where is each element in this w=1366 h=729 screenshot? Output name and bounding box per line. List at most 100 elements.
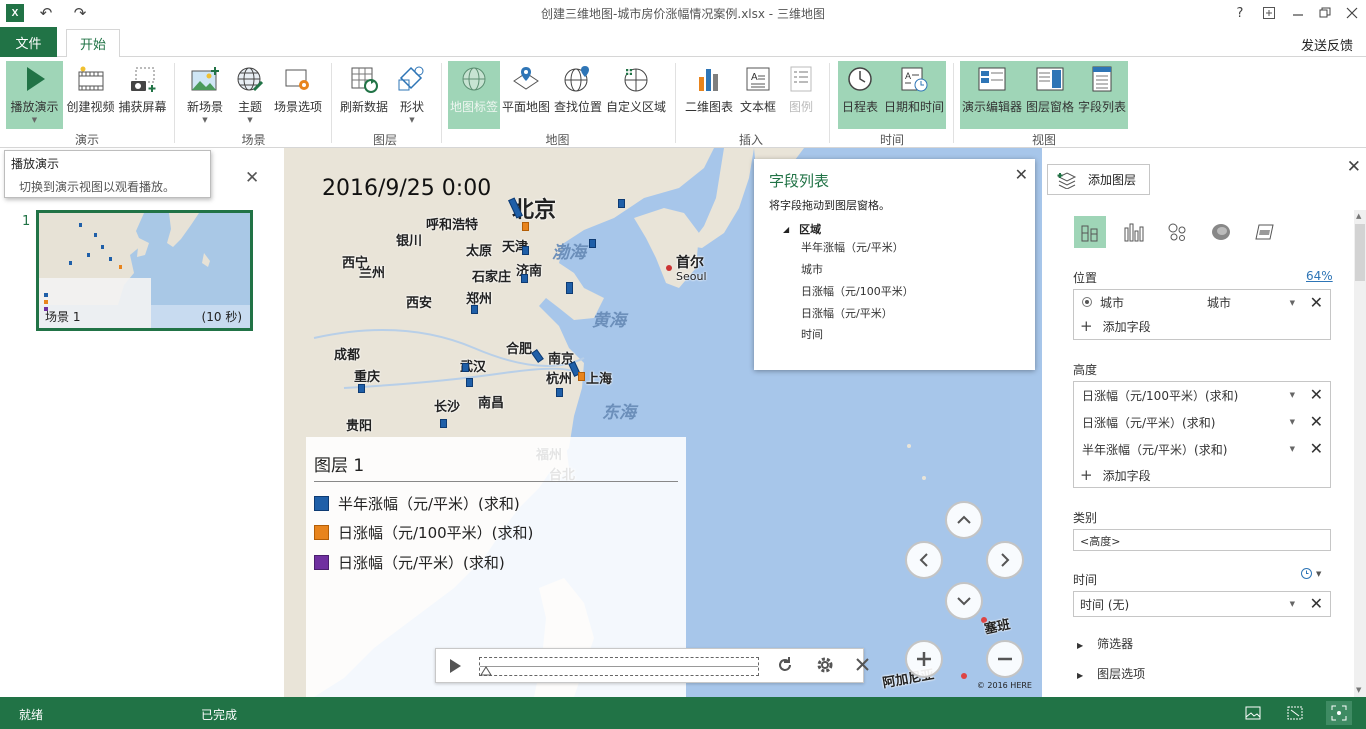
create-video-button[interactable]: 创建视频: [64, 61, 117, 129]
data-column[interactable]: [440, 419, 447, 428]
category-field[interactable]: <高度>: [1073, 529, 1331, 551]
view-full-button[interactable]: [1326, 701, 1352, 725]
data-column[interactable]: [466, 378, 473, 387]
field-list-button[interactable]: 字段列表: [1076, 61, 1128, 129]
time-field-row[interactable]: 时间 (无) ▼ ✕: [1074, 592, 1330, 616]
field-item[interactable]: 城市: [801, 261, 823, 277]
region-type-button[interactable]: [1249, 216, 1281, 248]
minimize-icon[interactable]: [1286, 3, 1310, 23]
height-field-row[interactable]: 半年涨幅（元/平米）(求和) ▼ ✕: [1074, 436, 1330, 463]
field-group-region[interactable]: ◢ 区域: [783, 221, 821, 237]
play-button[interactable]: [448, 657, 462, 678]
field-item[interactable]: 时间: [801, 326, 823, 342]
height-field-row[interactable]: 日涨幅（元/100平米）(求和) ▼ ✕: [1074, 382, 1330, 409]
scene-options-button[interactable]: 场景选项: [272, 61, 324, 129]
height-field-row[interactable]: 日涨幅（元/平米）(求和) ▼ ✕: [1074, 409, 1330, 436]
chart-2d-button[interactable]: 二维图表: [683, 61, 735, 129]
dropdown-arrow-icon[interactable]: ▼: [1290, 391, 1295, 399]
close-layer-pane-icon[interactable]: ✕: [1347, 157, 1361, 177]
remove-field-icon[interactable]: ✕: [1310, 439, 1323, 458]
location-type-dropdown[interactable]: 城市: [1207, 294, 1231, 311]
loop-button[interactable]: [776, 656, 794, 677]
remove-field-icon[interactable]: ✕: [1310, 412, 1323, 431]
rotate-right-button[interactable]: [986, 541, 1024, 579]
add-layer-button[interactable]: 添加图层: [1047, 164, 1150, 195]
scroll-up-icon[interactable]: ▲: [1356, 212, 1361, 220]
dropdown-arrow-icon[interactable]: ▼: [1290, 418, 1295, 426]
stacked-column-type-button[interactable]: [1074, 216, 1106, 248]
help-button[interactable]: ?: [1228, 3, 1252, 23]
remove-field-icon[interactable]: ✕: [1310, 293, 1323, 312]
dropdown-arrow-icon[interactable]: ▼: [1290, 445, 1295, 453]
zoom-in-button[interactable]: [905, 640, 943, 678]
layer-pane-button[interactable]: 图层窗格: [1024, 61, 1076, 129]
clustered-column-type-button[interactable]: [1118, 216, 1150, 248]
tilt-down-button[interactable]: [945, 582, 983, 620]
legend-button[interactable]: 图例: [783, 61, 819, 129]
map-canvas[interactable]: 2016/9/25 0:00 北京 天津 太原 石家庄 济南 郑州 西安 兰州 …: [284, 148, 1042, 697]
add-height-field-button[interactable]: + 添加字段: [1074, 463, 1330, 487]
tab-file[interactable]: 文件: [0, 27, 57, 57]
tour-editor-button[interactable]: 演示编辑器: [960, 61, 1024, 129]
field-item[interactable]: 日涨幅（元/平米）: [801, 305, 893, 321]
zoom-out-button[interactable]: [986, 640, 1024, 678]
rotate-left-button[interactable]: [905, 541, 943, 579]
slider-thumb[interactable]: [480, 666, 492, 676]
location-field-row[interactable]: 城市 城市 ▼ ✕: [1074, 290, 1330, 314]
scrollbar-thumb[interactable]: [1355, 224, 1365, 281]
dropdown-arrow-icon[interactable]: ▼: [1290, 600, 1295, 608]
scroll-down-icon[interactable]: ▼: [1356, 686, 1361, 694]
date-time-button[interactable]: A 日期和时间: [882, 61, 946, 129]
bubble-type-button[interactable]: [1161, 216, 1193, 248]
time-settings-button[interactable]: [816, 656, 834, 677]
close-playback-button[interactable]: [856, 658, 869, 674]
radio-selected-icon[interactable]: [1082, 297, 1092, 307]
close-tour-editor-icon[interactable]: ✕: [245, 168, 259, 188]
custom-region-button[interactable]: 自定义区域: [605, 61, 667, 129]
theme-button[interactable]: 主题 ▼: [231, 61, 269, 129]
location-match-percentage[interactable]: 64%: [1306, 269, 1333, 283]
timeline-button[interactable]: 日程表: [838, 61, 882, 129]
flat-map-button[interactable]: 平面地图: [502, 61, 550, 129]
filters-expander[interactable]: ▶ 筛选器: [1077, 635, 1133, 652]
capture-screen-button[interactable]: 捕获屏幕: [117, 61, 168, 129]
collapse-triangle-icon[interactable]: ◢: [783, 225, 789, 234]
layer-options-expander[interactable]: ▶ 图层选项: [1077, 665, 1145, 682]
shape-button[interactable]: 形状 ▼: [393, 61, 431, 129]
remove-field-icon[interactable]: ✕: [1310, 385, 1323, 404]
close-field-list-icon[interactable]: ✕: [1015, 165, 1028, 184]
field-item[interactable]: 半年涨幅（元/平米）: [801, 239, 904, 255]
data-column[interactable]: [618, 199, 625, 208]
time-slider[interactable]: [479, 657, 759, 676]
data-column[interactable]: [589, 239, 596, 248]
data-column[interactable]: [556, 388, 563, 397]
data-column[interactable]: [566, 282, 573, 294]
tilt-up-button[interactable]: [945, 501, 983, 539]
data-column[interactable]: [522, 246, 529, 255]
add-location-field-button[interactable]: + 添加字段: [1074, 314, 1330, 338]
heatmap-type-button[interactable]: [1205, 216, 1237, 248]
text-box-button[interactable]: A 文本框: [738, 61, 778, 129]
field-item[interactable]: 日涨幅（元/100平米）: [801, 283, 914, 299]
ribbon-display-options-icon[interactable]: [1257, 3, 1281, 23]
layer-pane-scrollbar[interactable]: ▲ ▼: [1354, 210, 1366, 697]
data-column[interactable]: [462, 363, 469, 372]
close-window-icon[interactable]: [1340, 3, 1364, 23]
dropdown-arrow-icon[interactable]: ▼: [1290, 299, 1295, 307]
tab-home[interactable]: 开始: [66, 29, 120, 58]
view-normal-button[interactable]: [1240, 701, 1266, 725]
new-scene-button[interactable]: 新场景 ▼: [183, 61, 227, 129]
map-labels-button[interactable]: 地图标签: [448, 61, 500, 129]
refresh-data-button[interactable]: 刷新数据: [339, 61, 389, 129]
play-tour-button[interactable]: 播放演示 ▼: [6, 61, 63, 129]
restore-icon[interactable]: [1313, 3, 1337, 23]
data-column[interactable]: [471, 305, 478, 314]
view-fit-button[interactable]: [1282, 701, 1308, 725]
data-column[interactable]: [358, 384, 365, 393]
data-column[interactable]: [521, 274, 528, 283]
data-column[interactable]: [578, 372, 585, 381]
remove-field-icon[interactable]: ✕: [1310, 594, 1323, 613]
feedback-button[interactable]: 发送反馈: [1301, 35, 1353, 54]
time-options-button[interactable]: ▼: [1300, 567, 1321, 580]
data-column[interactable]: [522, 222, 529, 231]
